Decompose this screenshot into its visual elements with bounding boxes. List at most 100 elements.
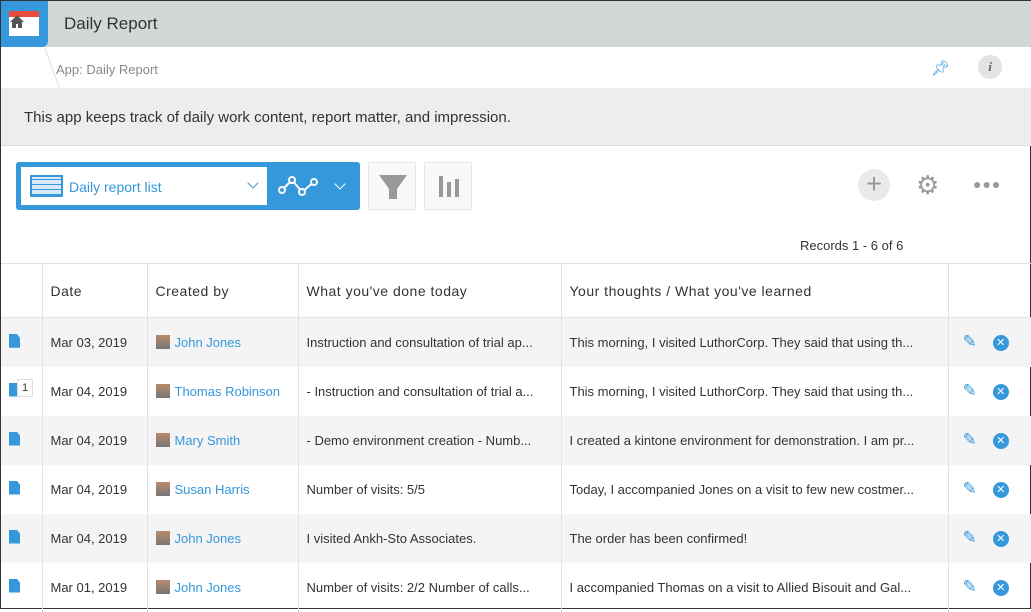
view-dropdown[interactable]: Daily report list xyxy=(21,167,267,205)
user-link[interactable]: John Jones xyxy=(175,531,242,546)
done-today-cell: - Instruction and consultation of trial … xyxy=(298,367,561,416)
pencil-icon[interactable]: ✎ xyxy=(963,430,977,449)
view-label: Daily report list xyxy=(69,179,162,195)
gear-icon[interactable]: ⚙ xyxy=(916,172,939,198)
home-icon[interactable] xyxy=(10,15,24,28)
date-cell: Mar 04, 2019 xyxy=(42,514,147,563)
table-row: Mar 04, 2019 Susan Harris Number of visi… xyxy=(1,465,1031,514)
document-icon[interactable] xyxy=(9,481,20,495)
record-detail-cell[interactable] xyxy=(1,514,42,563)
comment-count-badge: 1 xyxy=(17,379,33,397)
created-by-cell: Susan Harris xyxy=(147,465,298,514)
chevron-down-icon xyxy=(247,177,258,188)
table-row: Mar 03, 2019 John Jones Instruction and … xyxy=(1,318,1031,367)
created-by-cell: John Jones xyxy=(147,514,298,563)
date-cell: Mar 04, 2019 xyxy=(42,367,147,416)
header-icon xyxy=(1,264,42,318)
app-description: This app keeps track of daily work conte… xyxy=(1,88,1031,146)
delete-icon[interactable]: ✕ xyxy=(993,335,1009,351)
document-icon[interactable] xyxy=(9,334,20,348)
pencil-icon[interactable]: ✎ xyxy=(963,381,977,400)
thoughts-cell: I accompanied Thomas on a visit to Allie… xyxy=(561,563,948,612)
table-row: Mar 04, 2019 John Jones I visited Ankh-S… xyxy=(1,514,1031,563)
user-link[interactable]: Mary Smith xyxy=(175,433,241,448)
user-link[interactable]: John Jones xyxy=(175,580,242,595)
user-link[interactable]: Susan Harris xyxy=(175,482,250,497)
document-icon[interactable] xyxy=(9,432,20,446)
thoughts-cell: This morning, I visited LuthorCorp. They… xyxy=(561,318,948,367)
delete-icon[interactable]: ✕ xyxy=(993,384,1009,400)
calendar-app-icon xyxy=(1,1,48,47)
records-count: Records 1 - 6 of 6 xyxy=(800,238,903,253)
pencil-icon[interactable]: ✎ xyxy=(963,479,977,498)
graph-chevron-down-icon[interactable] xyxy=(334,178,345,189)
filter-icon xyxy=(369,163,417,211)
record-detail-cell[interactable] xyxy=(1,416,42,465)
pin-icon[interactable]: 📌︎ xyxy=(931,59,950,77)
created-by-cell: John Jones xyxy=(147,318,298,367)
delete-icon[interactable]: ✕ xyxy=(993,433,1009,449)
header-thoughts[interactable]: Your thoughts / What you've learned xyxy=(561,264,948,318)
done-today-cell: I visited Ankh-Sto Associates. xyxy=(298,514,561,563)
user-link[interactable]: Thomas Robinson xyxy=(175,384,281,399)
more-options-icon[interactable]: ●●● xyxy=(973,176,1001,192)
avatar xyxy=(156,433,170,447)
done-today-cell: Number of visits: 2/2 Number of calls... xyxy=(298,563,561,612)
actions-cell: ✎✕ xyxy=(948,416,1031,465)
table-row: 1 Mar 04, 2019 Thomas Robinson - Instruc… xyxy=(1,367,1031,416)
actions-cell: ✎✕ xyxy=(948,514,1031,563)
actions-cell: ✎✕ xyxy=(948,465,1031,514)
created-by-cell: Thomas Robinson xyxy=(147,367,298,416)
actions-cell: ✎✕ xyxy=(948,318,1031,367)
table-header-row: Date Created by What you've done today Y… xyxy=(1,264,1031,318)
thoughts-cell: I created a kintone environment for demo… xyxy=(561,416,948,465)
avatar xyxy=(156,580,170,594)
done-today-cell: Instruction and consultation of trial ap… xyxy=(298,318,561,367)
breadcrumb-app-link[interactable]: App: Daily Report xyxy=(56,62,158,77)
app-title: Daily Report xyxy=(64,14,158,34)
date-cell: Mar 03, 2019 xyxy=(42,318,147,367)
date-cell: Mar 04, 2019 xyxy=(42,465,147,514)
avatar xyxy=(156,531,170,545)
user-link[interactable]: John Jones xyxy=(175,335,242,350)
actions-cell: ✎✕ xyxy=(948,367,1031,416)
document-icon[interactable] xyxy=(9,579,20,593)
avatar xyxy=(156,482,170,496)
avatar xyxy=(156,335,170,349)
header-date[interactable]: Date xyxy=(42,264,147,318)
created-by-cell: Mary Smith xyxy=(147,416,298,465)
done-today-cell: - Demo environment creation - Numb... xyxy=(298,416,561,465)
record-detail-cell[interactable] xyxy=(1,563,42,612)
record-detail-cell[interactable] xyxy=(1,318,42,367)
chart-button[interactable] xyxy=(424,162,472,210)
add-record-button[interactable]: + xyxy=(858,169,890,201)
records-table: Date Created by What you've done today Y… xyxy=(1,263,1031,612)
info-icon[interactable]: i xyxy=(978,55,1002,79)
delete-icon[interactable]: ✕ xyxy=(993,482,1009,498)
graph-icon[interactable] xyxy=(278,174,320,198)
document-icon[interactable] xyxy=(9,530,20,544)
header-done-today[interactable]: What you've done today xyxy=(298,264,561,318)
date-cell: Mar 01, 2019 xyxy=(42,563,147,612)
description-text: This app keeps track of daily work conte… xyxy=(24,109,511,126)
bar-chart-icon xyxy=(425,163,473,211)
thoughts-cell: Today, I accompanied Jones on a visit to… xyxy=(561,465,948,514)
table-row: Mar 01, 2019 John Jones Number of visits… xyxy=(1,563,1031,612)
thoughts-cell: This morning, I visited LuthorCorp. They… xyxy=(561,367,948,416)
delete-icon[interactable]: ✕ xyxy=(993,531,1009,547)
header-created-by[interactable]: Created by xyxy=(147,264,298,318)
date-cell: Mar 04, 2019 xyxy=(42,416,147,465)
record-detail-cell[interactable]: 1 xyxy=(1,367,42,416)
pencil-icon[interactable]: ✎ xyxy=(963,528,977,547)
view-selector-group: Daily report list xyxy=(16,162,360,210)
thoughts-cell: The order has been confirmed! xyxy=(561,514,948,563)
avatar xyxy=(156,384,170,398)
record-detail-cell[interactable] xyxy=(1,465,42,514)
delete-icon[interactable]: ✕ xyxy=(993,580,1009,596)
table-row: Mar 04, 2019 Mary Smith - Demo environme… xyxy=(1,416,1031,465)
filter-button[interactable] xyxy=(368,162,416,210)
created-by-cell: John Jones xyxy=(147,563,298,612)
header-actions xyxy=(948,264,1031,318)
pencil-icon[interactable]: ✎ xyxy=(963,332,977,351)
pencil-icon[interactable]: ✎ xyxy=(963,577,977,596)
